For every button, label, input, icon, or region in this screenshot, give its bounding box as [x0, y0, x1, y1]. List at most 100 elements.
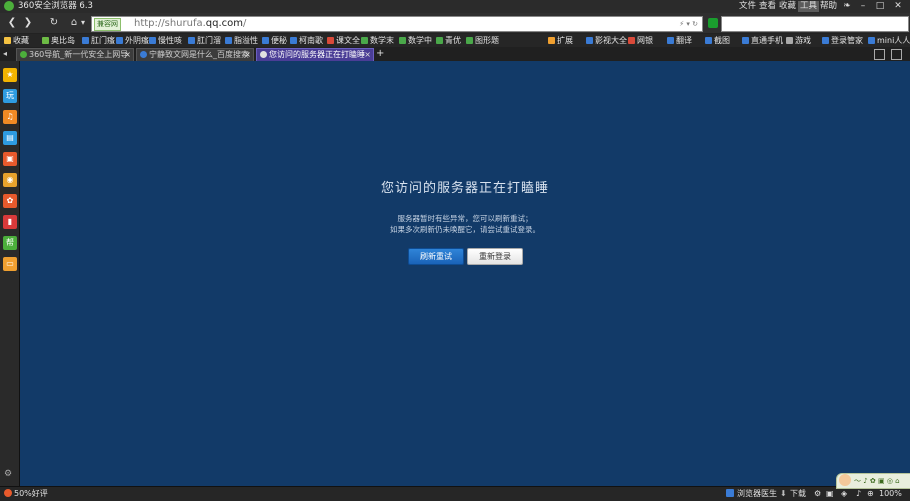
bookmark-icon: [586, 37, 593, 44]
restore-tab-icon[interactable]: [891, 49, 902, 60]
bookmark-label: 游戏: [795, 36, 811, 45]
forward-button[interactable]: ❯: [20, 16, 36, 30]
tab-label: 您访问的服务器正在打瞌睡: [269, 50, 365, 59]
maximize-button[interactable]: □: [873, 1, 887, 12]
tab-close-icon[interactable]: ×: [364, 49, 371, 61]
menu-file[interactable]: 文件: [739, 1, 756, 12]
close-button[interactable]: ✕: [891, 1, 905, 12]
download-link[interactable]: 下载: [790, 488, 806, 500]
weibo-icon[interactable]: ◉: [3, 173, 17, 187]
back-button[interactable]: ❮: [4, 16, 20, 30]
reading-icon[interactable]: ▤: [3, 131, 17, 145]
rating-text[interactable]: 50%好评: [14, 488, 48, 500]
tab-360-nav[interactable]: 360导航_新一代安全上网导 ×: [16, 48, 134, 61]
bookmark-label: 截图: [714, 36, 730, 45]
bookmark-label: 翻译: [676, 36, 692, 45]
tab-label: 360导航_新一代安全上网导: [29, 50, 129, 59]
games-button[interactable]: 游戏: [786, 35, 811, 46]
sidebar-settings-icon[interactable]: ⚙: [4, 469, 12, 479]
browser-doctor-link[interactable]: 浏览器医生: [737, 488, 777, 500]
mobile-icon[interactable]: ▮: [3, 215, 17, 229]
search-engine-icon[interactable]: [708, 18, 718, 28]
window-mode-icon[interactable]: ▣: [826, 488, 834, 500]
bookmark-label: 外阴瘙: [125, 36, 149, 45]
bookmark-3[interactable]: 慢性咳: [149, 35, 182, 46]
shopping-icon[interactable]: ▣: [3, 152, 17, 166]
login-manager-button[interactable]: 登录管家: [822, 35, 863, 46]
new-tab-button[interactable]: +: [376, 47, 384, 60]
banking-button[interactable]: 网银: [628, 35, 653, 46]
mascot-widget[interactable]: 〜 ♪ ✿ ▣ ◎ ⌂: [836, 473, 910, 489]
refresh-retry-button[interactable]: 刷新重试: [408, 248, 464, 265]
address-bar[interactable]: 兼容网 http://shurufa.qq.com/ ⚡ ▾ ↻: [91, 16, 703, 32]
music-icon[interactable]: ♫: [3, 110, 17, 124]
volume-icon[interactable]: ♪: [856, 488, 861, 500]
bookmark-label: 收藏: [13, 36, 29, 45]
bookmark-10[interactable]: 数学中: [399, 35, 432, 46]
tools-icon[interactable]: ⚙: [814, 488, 821, 500]
bookmark-icon: [361, 37, 368, 44]
network-icon[interactable]: ◈: [841, 488, 847, 500]
bookmark-8[interactable]: 课文全: [327, 35, 360, 46]
refresh-button[interactable]: ↻: [46, 16, 62, 30]
tab-close-icon[interactable]: ×: [244, 49, 251, 61]
url-text[interactable]: http://shurufa.qq.com/: [134, 17, 246, 31]
bookmark-1[interactable]: 肛门瘙: [82, 35, 115, 46]
bookmark-label: 柯南歌: [299, 36, 323, 45]
bookmark-icon: [667, 37, 674, 44]
mascot-toolbar-icons: 〜 ♪ ✿ ▣ ◎ ⌂: [854, 477, 900, 485]
home-dropdown-icon[interactable]: ▾: [78, 16, 88, 30]
help-icon[interactable]: 帮: [3, 236, 17, 250]
title-bar: 360安全浏览器 6.3 文件 查看 收藏 工具 帮助 ❧ – □ ✕: [0, 0, 910, 13]
tab-preview-icon[interactable]: [874, 49, 885, 60]
url-suffix: /: [243, 18, 247, 29]
bookmark-5[interactable]: 脂溢性: [225, 35, 258, 46]
relogin-button[interactable]: 重新登录: [467, 248, 523, 265]
zoom-level[interactable]: 100%: [879, 488, 902, 500]
video-button[interactable]: 影视大全: [586, 35, 627, 46]
menu-tools[interactable]: 工具: [798, 1, 820, 12]
favorite-star-icon[interactable]: ★: [3, 68, 17, 82]
mascot-face-icon: [839, 474, 851, 486]
bookmark-7[interactable]: 柯南歌: [290, 35, 323, 46]
tab-strip: ◂ 360导航_新一代安全上网导 × 宁静致文网是什么_百度搜索 × 您访问的服…: [0, 47, 910, 61]
minimize-button[interactable]: –: [856, 1, 870, 12]
bookmark-label: 网银: [637, 36, 653, 45]
screenshot-button[interactable]: 截图: [705, 35, 730, 46]
bookmark-icon: [466, 37, 473, 44]
search-input[interactable]: [721, 16, 909, 32]
address-actions-icon[interactable]: ⚡ ▾ ↻: [679, 17, 698, 31]
tab-error-page[interactable]: 您访问的服务器正在打瞌睡 ×: [256, 48, 374, 61]
tab-close-icon[interactable]: ×: [124, 49, 131, 61]
mini-renren-button[interactable]: mini人人: [868, 35, 910, 46]
tab-list-icon[interactable]: ◂: [3, 48, 7, 60]
folder-icon[interactable]: ▭: [3, 257, 17, 271]
rating-icon: [4, 489, 12, 497]
bookmark-11[interactable]: 青优: [436, 35, 461, 46]
menu-help[interactable]: 帮助: [820, 1, 837, 12]
bookmark-9[interactable]: 数学末: [361, 35, 394, 46]
bookmark-label: 数学中: [408, 36, 432, 45]
menu-favorites[interactable]: 收藏: [779, 1, 796, 12]
phone-button[interactable]: 直通手机: [742, 35, 783, 46]
bookmark-label: 脂溢性: [234, 36, 258, 45]
navigation-bar: ❮ ❯ ↻ ⌂ ▾ 兼容网 http://shurufa.qq.com/ ⚡ ▾…: [0, 13, 910, 34]
download-arrow-icon: ⬇: [780, 489, 787, 498]
bookmark-icon: [116, 37, 123, 44]
bookmark-2[interactable]: 外阴瘙: [116, 35, 149, 46]
games-icon[interactable]: 玩: [3, 89, 17, 103]
bookmark-6[interactable]: 便秘: [262, 35, 287, 46]
bookmark-4[interactable]: 肛门溜: [188, 35, 221, 46]
bookmark-favorites[interactable]: 收藏: [4, 35, 29, 46]
menu-view[interactable]: 查看: [759, 1, 776, 12]
app-center-icon[interactable]: ✿: [3, 194, 17, 208]
tab-baidu-search[interactable]: 宁静致文网是什么_百度搜索 ×: [136, 48, 254, 61]
bookmark-aobi[interactable]: 奥比岛: [42, 35, 75, 46]
translate-button[interactable]: 翻译: [667, 35, 692, 46]
bookmark-icon: [42, 37, 49, 44]
bookmark-12[interactable]: 图形题: [466, 35, 499, 46]
bookmark-label: 青优: [445, 36, 461, 45]
skin-icon[interactable]: ❧: [840, 1, 854, 12]
compat-mode-badge[interactable]: 兼容网: [94, 18, 121, 31]
extensions-button[interactable]: 扩展: [548, 35, 573, 46]
